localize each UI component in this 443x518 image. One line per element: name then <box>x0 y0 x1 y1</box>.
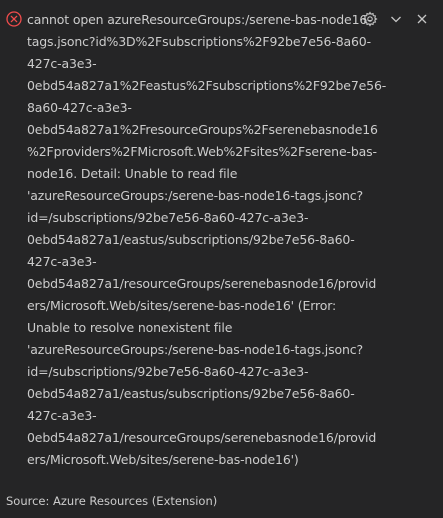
message-line: id=/subscriptions/92be7e56-8a60-427c-a3e… <box>27 210 309 225</box>
message-line: 0ebd54a827a1/resourceGroups/serenebasnod… <box>27 430 377 445</box>
notification-message: cannot open azureResourceGroups:/serene-… <box>27 9 387 471</box>
message-line: id=/subscriptions/92be7e56-8a60-427c-a3e… <box>27 364 309 379</box>
gear-icon[interactable] <box>361 10 379 28</box>
message-line: Unable to resolve nonexistent file <box>27 320 233 335</box>
message-line: %2Fproviders%2FMicrosoft.Web%2Fsites%2Fs… <box>27 144 377 159</box>
notification-actions <box>361 10 431 28</box>
message-line: node16. Detail: Unable to read file <box>27 166 238 181</box>
message-line: 0ebd54a827a1%2FresourceGroups%2Fsereneba… <box>27 122 378 137</box>
message-line: 0ebd54a827a1%2Feastus%2Fsubscriptions%2F… <box>27 78 387 93</box>
close-icon[interactable] <box>413 10 431 28</box>
message-line: 0ebd54a827a1/eastus/subscriptions/92be7e… <box>27 386 355 401</box>
message-line: cannot open azureResourceGroups:/serene-… <box>27 12 372 27</box>
notification-source: Source: Azure Resources (Extension) <box>6 494 218 508</box>
message-line: 'azureResourceGroups:/serene-bas-node16-… <box>27 342 363 357</box>
error-icon <box>6 11 22 27</box>
message-line: 427c-a3e3- <box>27 56 97 71</box>
chevron-down-icon[interactable] <box>387 10 405 28</box>
message-line: 427c-a3e3- <box>27 408 97 423</box>
message-line: 0ebd54a827a1/resourceGroups/serenebasnod… <box>27 276 377 291</box>
message-line: 8a60-427c-a3e3- <box>27 100 132 115</box>
message-line: 0ebd54a827a1/eastus/subscriptions/92be7e… <box>27 232 355 247</box>
message-line: ers/Microsoft.Web/sites/serene-bas-node1… <box>27 452 299 467</box>
message-line: 'azureResourceGroups:/serene-bas-node16-… <box>27 188 363 203</box>
message-line: 427c-a3e3- <box>27 254 97 269</box>
notification-toast: cannot open azureResourceGroups:/serene-… <box>0 0 443 518</box>
message-line: tags.jsonc?id%3D%2Fsubscriptions%2F92be7… <box>27 34 371 49</box>
message-line: ers/Microsoft.Web/sites/serene-bas-node1… <box>27 298 337 313</box>
